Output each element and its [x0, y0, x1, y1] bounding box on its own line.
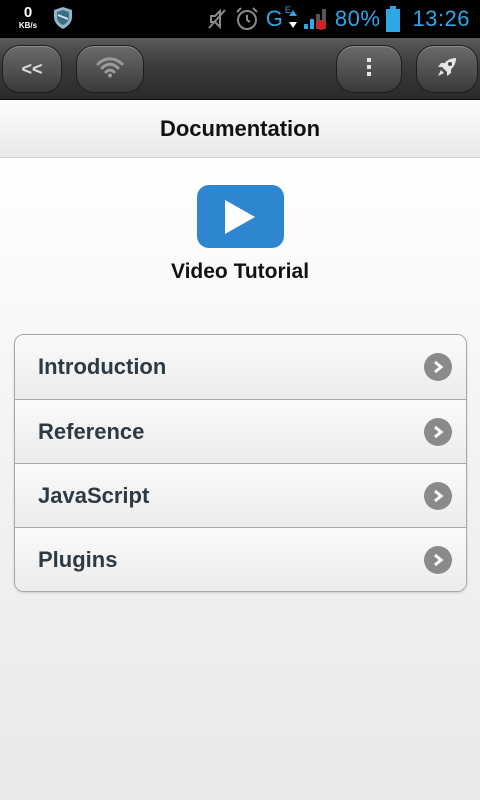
network-speed-value: 0	[23, 4, 33, 21]
network-subtype-label: E	[284, 5, 291, 15]
toolbar: <<	[0, 38, 480, 100]
menu-item-label: Reference	[38, 418, 145, 444]
menu-item-plugins[interactable]: Plugins	[15, 527, 466, 591]
back-button[interactable]: <<	[2, 45, 62, 93]
battery-icon	[386, 6, 401, 32]
chevron-right-icon	[424, 481, 452, 510]
battery-level: 80%	[334, 6, 381, 31]
wifi-button[interactable]	[76, 45, 144, 93]
more-options-button[interactable]	[336, 45, 402, 93]
chevron-right-icon	[424, 545, 452, 574]
shield-icon	[52, 6, 74, 35]
menu-item-reference[interactable]: Reference	[15, 399, 466, 463]
video-tutorial-link[interactable]: Video Tutorial	[0, 185, 480, 284]
page-title: Documentation	[159, 115, 321, 141]
menu-item-label: Introduction	[38, 354, 167, 379]
chevron-right-icon	[424, 353, 452, 381]
status-bar: 0 KB/s GE 80% 13:26	[0, 0, 480, 38]
more-vertical-icon	[365, 57, 373, 82]
rocket-icon	[435, 55, 459, 84]
rocket-button[interactable]	[416, 45, 478, 93]
chevron-right-icon	[424, 417, 452, 446]
network-type-label: G	[265, 6, 283, 31]
play-icon[interactable]	[196, 185, 284, 248]
wifi-icon	[96, 56, 124, 83]
network-speed-unit: KB/s	[18, 21, 38, 30]
network-type: GE	[265, 6, 291, 31]
menu-item-label: JavaScript	[38, 482, 150, 508]
clock: 13:26	[412, 6, 470, 31]
mute-icon	[206, 7, 228, 31]
menu-item-javascript[interactable]: JavaScript	[15, 463, 466, 527]
back-button-label: <<	[21, 58, 43, 79]
alarm-icon	[234, 6, 260, 32]
signal-icon	[303, 7, 329, 31]
network-speed: 0 KB/s	[14, 5, 42, 30]
page-header: Documentation	[0, 100, 480, 158]
menu-item-introduction[interactable]: Introduction	[15, 335, 466, 399]
documentation-menu: Introduction Reference JavaScript Plugin…	[14, 334, 467, 592]
video-tutorial-label[interactable]: Video Tutorial	[171, 260, 309, 284]
menu-item-label: Plugins	[38, 546, 118, 572]
content-area: Video Tutorial Introduction Reference Ja…	[0, 159, 480, 800]
